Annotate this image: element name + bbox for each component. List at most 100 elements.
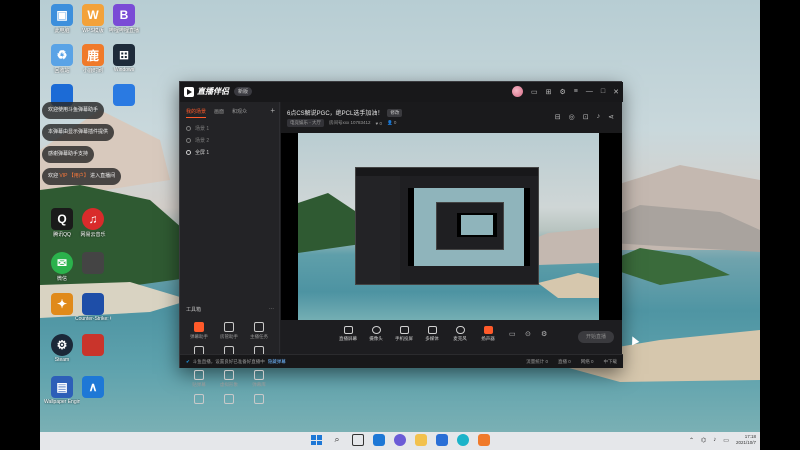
tab-scenes[interactable]: 我的场景 (186, 108, 207, 118)
eye-icon[interactable] (186, 149, 191, 155)
avatar-icon (224, 370, 234, 380)
tab-audience[interactable]: 和观众 (232, 108, 247, 118)
phone-cast-button[interactable]: 手机投屏 (391, 326, 417, 342)
app-icon (82, 293, 104, 315)
danmaku-notification: 本弹幕由显示弹幕插件提供 (42, 124, 115, 141)
desktop-icon[interactable]: ♫ 网易云音乐 (75, 208, 111, 238)
close-icon[interactable]: ✕ (613, 88, 619, 96)
share-screen-icon[interactable]: ⊟ (555, 113, 561, 121)
scene-item[interactable]: 全屏 1 (180, 146, 279, 158)
scene-item[interactable]: 场景 2 (180, 134, 279, 146)
microphone-icon (455, 326, 465, 334)
qq-icon: Q (51, 208, 73, 230)
gear-icon[interactable]: ⚙ (541, 330, 547, 338)
maximize-icon[interactable]: □ (601, 88, 605, 95)
preview-canvas[interactable] (281, 133, 622, 320)
tool-item[interactable] (214, 394, 244, 404)
edit-title-button[interactable]: 修改 (387, 108, 403, 117)
desktop-icon[interactable] (106, 84, 142, 106)
taskbar: ⌕ ⌃ ⌬ ♪ ▭ 17:18 2021/10/7 (40, 432, 760, 450)
control-bar: 直播屏幕 摄像头 手机投屏 多媒体 麦克风 扬声器 ▭ ⊙ ⚙ 开始直播 (281, 320, 622, 354)
main-toolbar: ⊟ ◎ ⊡ ♪ ⋖ (555, 113, 614, 121)
desktop-icon[interactable] (75, 334, 111, 356)
tool-avatar[interactable]: 虚拟形象 (214, 370, 244, 388)
check-icon: ✔ (186, 359, 190, 364)
app-titlebar[interactable]: 直播伴侣 新版 ▭ ⊞ ⚙ ≡ — □ ✕ (180, 82, 623, 102)
more-icon[interactable]: ⋯ (269, 306, 274, 313)
video-icon[interactable]: ▭ (509, 330, 516, 338)
wechat-icon: ✉ (51, 252, 73, 274)
status-stats: 流量统计 0 直播 0 网络 0 中下载 (526, 359, 617, 364)
windows-app-icon: ⊞ (113, 44, 135, 66)
live-companion-window: 直播伴侣 新版 ▭ ⊞ ⚙ ≡ — □ ✕ 我的场景 画面 和观众 + 场景 1… (179, 81, 623, 404)
explorer-icon[interactable] (415, 434, 427, 446)
windows-icon[interactable] (310, 434, 322, 446)
desktop-icon[interactable]: Counter-Strike: GO (75, 293, 111, 322)
desktop-icon[interactable] (75, 252, 111, 274)
category-chip[interactable]: 电竞娱乐 - 大厅 (287, 119, 324, 127)
gift-icon[interactable]: ⊞ (546, 88, 552, 96)
chevron-up-icon[interactable]: ⌃ (689, 437, 694, 444)
tool-room-admin[interactable]: 房管助手 (214, 322, 244, 340)
speaker-button[interactable]: 扬声器 (475, 326, 501, 342)
toolbox-header: 工具箱 ⋯ (186, 306, 274, 313)
tool-item[interactable] (184, 394, 214, 404)
eye-icon[interactable] (186, 125, 191, 131)
likes-count: ♥ 0 (375, 120, 382, 126)
tool-tasks[interactable]: 主播任务 (244, 322, 274, 340)
lock-icon[interactable]: ⊡ (583, 113, 589, 121)
multimedia-button[interactable]: 多媒体 (419, 326, 445, 342)
share-icon[interactable]: ⋖ (608, 113, 614, 121)
desktop-icon[interactable]: ∧ (75, 376, 111, 398)
scene-tabs: 我的场景 画面 和观众 (180, 102, 279, 118)
desktop-icon[interactable]: B 哔哩哔哩直播 (106, 4, 142, 34)
plus-icon[interactable]: + (270, 106, 275, 115)
chat-icon[interactable] (394, 434, 406, 446)
recycle-bin-icon: ♻ (51, 44, 73, 66)
media-icon (427, 326, 437, 334)
app-icon: 鹿 (82, 44, 104, 66)
widgets-icon[interactable] (373, 434, 385, 446)
microphone-button[interactable]: 麦克风 (447, 326, 473, 342)
app-icon[interactable] (478, 434, 490, 446)
library-icon (254, 370, 264, 380)
settings-icon[interactable]: ⚙ (560, 88, 566, 96)
taskbar-apps: ⌕ (310, 434, 490, 446)
speaker-icon (483, 326, 493, 334)
store-icon[interactable] (436, 434, 448, 446)
nested-app-window (436, 202, 504, 250)
version-badge[interactable]: 新版 (234, 87, 253, 96)
clock[interactable]: 17:18 2021/10/7 (736, 434, 756, 446)
scene-list: 场景 1 场景 2 全屏 1 (180, 118, 279, 158)
bilibili-icon: B (113, 4, 135, 26)
message-icon[interactable]: ▭ (531, 88, 538, 96)
minimize-icon[interactable]: — (586, 88, 593, 95)
tool-danmaku-library[interactable]: 弹幕库 (244, 370, 274, 388)
tool-sticker[interactable]: 贴弹幕 (184, 370, 214, 388)
avatar[interactable] (512, 86, 524, 97)
start-live-button[interactable]: 开始直播 (578, 331, 614, 343)
tool-item[interactable] (244, 394, 274, 404)
task-view-icon[interactable] (352, 434, 364, 446)
bell-icon[interactable]: ♪ (597, 113, 601, 121)
hide-danmaku-link[interactable]: 隐藏弹幕 (268, 359, 286, 365)
left-panel: 我的场景 画面 和观众 + 场景 1 场景 2 全屏 1 工具箱 ⋯ 弹幕助手 … (180, 102, 280, 404)
link-icon[interactable]: ⊙ (525, 330, 531, 338)
record-icon[interactable]: ◎ (569, 113, 575, 121)
tab-screen[interactable]: 画面 (214, 108, 224, 118)
edge-icon[interactable] (457, 434, 469, 446)
desktop-icon[interactable]: ⊞ Windows (106, 44, 142, 73)
volume-icon[interactable]: ♪ (713, 437, 716, 443)
menu-icon[interactable]: ≡ (574, 88, 578, 95)
tool-danmaku-assistant[interactable]: 弹幕助手 (184, 322, 214, 340)
scene-item[interactable]: 场景 1 (180, 122, 279, 134)
battery-icon[interactable]: ▭ (723, 437, 729, 444)
search-icon[interactable]: ⌕ (331, 434, 343, 446)
app-icon (82, 252, 104, 274)
screen-share-button[interactable]: 直播屏幕 (335, 326, 361, 342)
app-icon (113, 84, 135, 106)
eye-icon[interactable] (186, 137, 191, 143)
network-icon[interactable]: ⌬ (701, 437, 706, 444)
main-area: 6点CS解说PGC，绝PCL选手加油！ 修改 电竞娱乐 - 大厅 房间号xxx … (281, 102, 622, 354)
camera-button[interactable]: 摄像头 (363, 326, 389, 342)
